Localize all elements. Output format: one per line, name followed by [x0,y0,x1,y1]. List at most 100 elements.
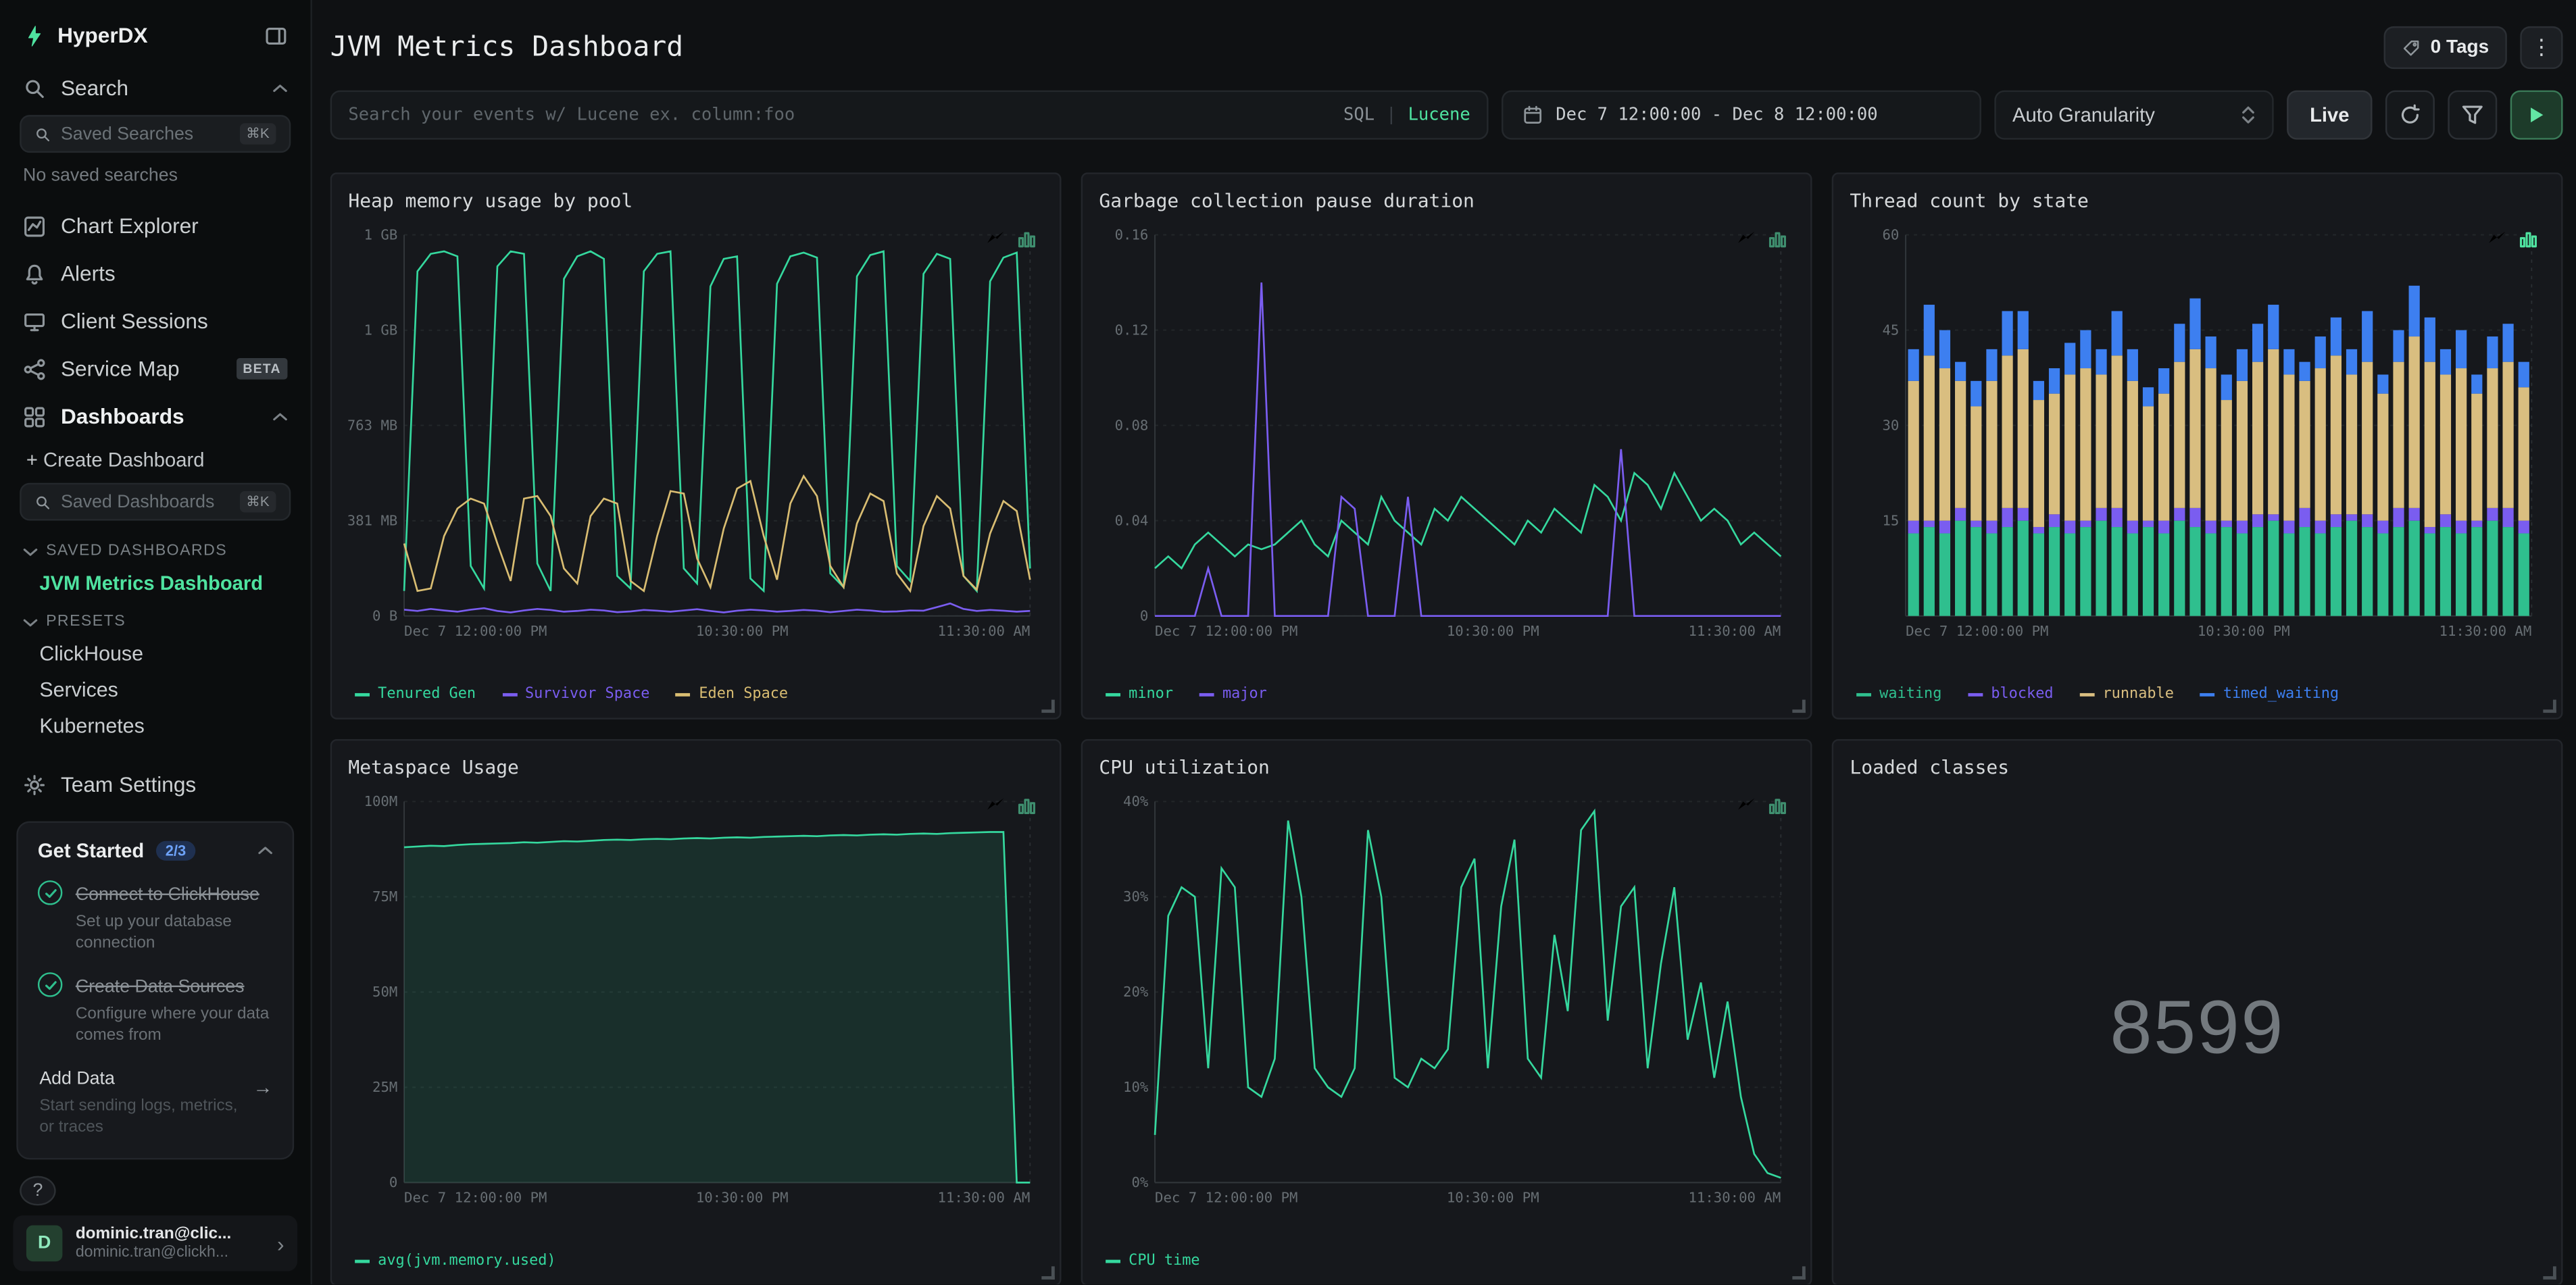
granularity-select[interactable]: Auto Granularity [1994,90,2274,140]
chevron-up-icon[interactable] [258,846,273,856]
step-desc: Set up your database connection [75,913,232,953]
chevron-up-icon[interactable] [273,83,288,93]
bar-chart-icon[interactable] [1017,793,1037,823]
legend-label: waiting [1879,686,1942,703]
sidebar-item-dashboards[interactable]: Dashboards [0,393,310,440]
bar-chart-icon[interactable] [1768,793,1787,823]
sidebar-item-search[interactable]: Search [0,64,310,112]
chart-card-loaded-classes[interactable]: Loaded classes 8599 [1831,738,2563,1285]
svg-text:381 MB: 381 MB [348,513,397,529]
chart-title: CPU utilization [1099,755,1270,779]
create-dashboard-button[interactable]: + Create Dashboard [0,440,310,480]
tags-button[interactable]: 0 Tags [2384,26,2507,70]
chart-card-thread-count[interactable]: Thread count by state 60 45 30 15 Dec 7 12:0… [1831,172,2563,720]
get-started-step-connect[interactable]: Connect to ClickHouse Set up your databa… [37,879,273,955]
lucene-mode-toggle[interactable]: Lucene [1408,105,1470,125]
resize-handle[interactable] [1792,1266,1806,1280]
dashboard-grid: Heap memory usage by pool 1 GB 1 GB 763 MB… [330,172,2563,1285]
legend-item[interactable]: Survivor Space [501,686,649,703]
chevron-up-icon[interactable] [273,411,288,422]
legend-item[interactable]: major [1199,686,1267,703]
presets-section-header[interactable]: PRESETS [0,601,310,636]
get-started-step-add-data[interactable]: Add Data Start sending logs, metrics, or… [38,1063,272,1138]
tag-icon [2404,39,2420,55]
filter-edit-button[interactable] [2448,90,2498,140]
sidebar-item-team-settings[interactable]: Team Settings [0,761,310,809]
saved-dashboards-section-header[interactable]: SAVED DASHBOARDS [0,530,310,565]
sidebar-item-services[interactable]: Services [0,672,310,707]
legend-item[interactable]: minor [1106,686,1173,703]
resize-handle[interactable] [2543,699,2556,713]
legend-item[interactable]: blocked [1968,686,2054,703]
get-started-step-sources[interactable]: Create Data Sources Configure where your… [37,971,273,1047]
sidebar-item-chart-explorer[interactable]: Chart Explorer [0,202,310,250]
resize-handle[interactable] [1041,699,1055,713]
sidebar-item-client-sessions[interactable]: Client Sessions [0,297,310,345]
saved-searches-input[interactable]: Saved Searches ⌘K [20,115,291,153]
saved-dashboards-input[interactable]: Saved Dashboards ⌘K [20,482,291,521]
chart-card-metaspace[interactable]: Metaspace Usage 100M 75M 50M 25M 0 Dec 7 12:0… [330,738,1062,1285]
granularity-value: Auto Granularity [2012,103,2155,127]
legend-item[interactable]: runnable [2079,686,2174,703]
step-desc: Start sending logs, metrics, or traces [39,1097,238,1137]
chart-plot[interactable]: 100M 75M 50M 25M 0 Dec 7 12:00:00 PM 10:30:00 … [348,792,1043,1206]
chevron-down-icon [23,618,38,626]
legend-item[interactable]: CPU time [1106,1253,1200,1269]
chart-plot[interactable]: 0.16 0.12 0.08 0.04 0 Dec 7 12:00:00 PM 10:30:… [1099,225,1793,639]
bar-chart-icon[interactable] [2519,226,2538,256]
event-search-input[interactable]: Search your events w/ Lucene ex. column:… [330,90,1489,140]
svg-text:0.08: 0.08 [1115,417,1149,433]
sidebar-item-service-map[interactable]: Service Map BETA [0,345,310,393]
bar-chart-icon[interactable] [1768,226,1787,256]
collapse-sidebar-icon[interactable] [264,24,287,47]
chart-legend: minor major [1099,682,1793,708]
legend-item[interactable]: timed_waiting [2200,686,2339,703]
user-menu[interactable]: D dominic.tran@clic... dominic.tran@clic… [13,1215,298,1272]
loaded-classes-value: 8599 [2110,984,2285,1069]
legend-item[interactable]: Eden Space [676,686,788,703]
resize-handle[interactable] [1792,699,1806,713]
svg-text:10:30:00 PM: 10:30:00 PM [696,623,789,639]
sidebar-item-clickhouse[interactable]: ClickHouse [0,636,310,672]
bar-chart-icon[interactable] [1017,226,1037,256]
service-map-icon [24,358,45,380]
svg-text:11:30:00 AM: 11:30:00 AM [1688,1190,1781,1206]
sidebar-item-kubernetes[interactable]: Kubernetes [0,708,310,744]
line-chart-icon[interactable] [1737,226,1756,256]
search-icon [26,79,44,97]
line-chart-icon[interactable] [986,226,1006,256]
line-chart-icon[interactable] [986,793,1006,823]
time-range-picker[interactable]: Dec 7 12:00:00 - Dec 8 12:00:00 [1501,90,1981,140]
resize-handle[interactable] [2543,1266,2556,1280]
chart-card-gc-pause[interactable]: Garbage collection pause duration 0.16 0.… [1081,172,1812,720]
chart-plot[interactable]: 60 45 30 15 Dec 7 12:00:00 PM 10:30:00 PM 11:3… [1850,225,2544,639]
kebab-menu-button[interactable]: ⋮ [2520,26,2563,70]
resize-handle[interactable] [1041,1266,1055,1280]
user-name: dominic.tran@clic... [75,1226,232,1244]
legend-item[interactable]: avg(jvm.memory.used) [355,1253,556,1269]
sql-mode-toggle[interactable]: SQL [1343,105,1374,125]
help-button[interactable]: ? [20,1176,56,1207]
brand[interactable]: HyperDX [0,16,310,64]
chart-plot[interactable]: 40% 30% 20% 10% 0% Dec 7 12:00:00 PM 10:30:00 … [1099,792,1793,1206]
chart-card-cpu[interactable]: CPU utilization 40% 30% 20% 10% 0% Dec 7 12:0… [1081,738,1812,1285]
line-chart-icon[interactable] [2487,226,2507,256]
sidebar-item-label: Client Sessions [60,309,208,334]
svg-text:Dec 7 12:00:00 PM: Dec 7 12:00:00 PM [1906,623,2048,639]
line-chart-icon[interactable] [1737,793,1756,823]
chart-legend: waiting blocked runnable timed_waiting [1850,682,2544,708]
chart-plot[interactable]: 1 GB 1 GB 763 MB 381 MB 0 B Dec 7 12:00:00 PM… [348,225,1043,639]
page-title: JVM Metrics Dashboard [330,31,684,64]
live-button[interactable]: Live [2287,90,2373,140]
sidebar: HyperDX Search Saved Searches ⌘K No save… [0,0,312,1285]
svg-text:Dec 7 12:00:00 PM: Dec 7 12:00:00 PM [1155,623,1297,639]
play-button[interactable] [2510,90,2563,140]
sidebar-item-jvm-dashboard[interactable]: JVM Metrics Dashboard [0,565,310,601]
refresh-button[interactable] [2385,90,2435,140]
check-circle-icon [37,880,63,905]
sidebar-item-alerts[interactable]: Alerts [0,250,310,298]
chart-card-heap-memory[interactable]: Heap memory usage by pool 1 GB 1 GB 763 MB… [330,172,1062,720]
legend-item[interactable]: Tenured Gen [355,686,476,703]
legend-item[interactable]: waiting [1856,686,1941,703]
sidebar-item-label: Chart Explorer [60,213,199,238]
